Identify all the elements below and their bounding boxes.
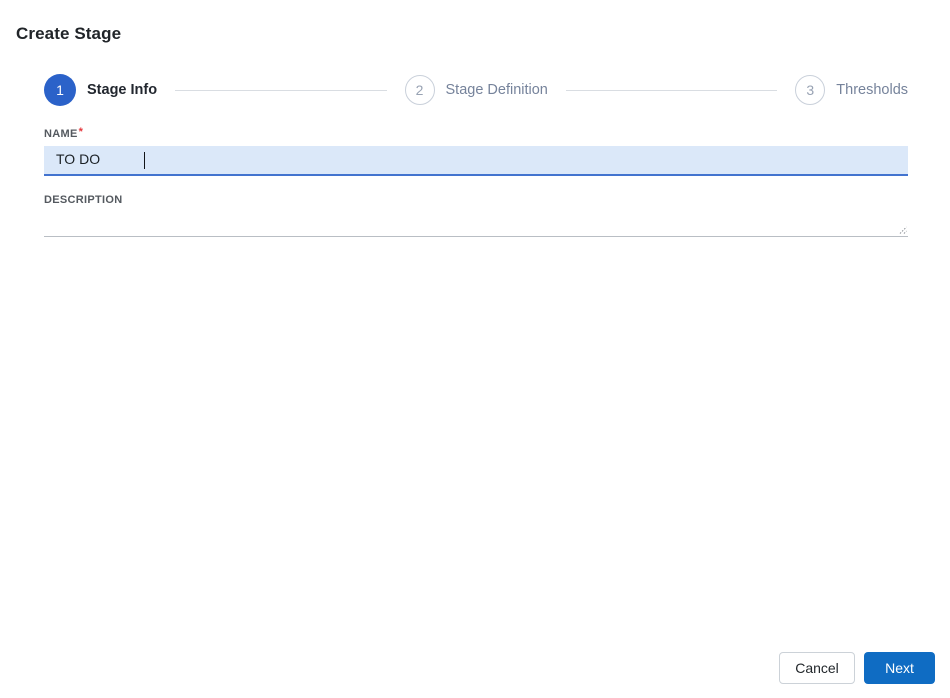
- step-2-badge: 2: [404, 75, 435, 105]
- step-3-badge: 3: [795, 75, 826, 105]
- step-stage-definition[interactable]: 2 Stage Definition: [404, 75, 548, 105]
- footer-actions: Cancel Next: [779, 652, 935, 684]
- step-thresholds[interactable]: 3 Thresholds: [795, 75, 908, 105]
- next-button[interactable]: Next: [864, 652, 935, 684]
- step-1-badge: 1: [44, 74, 76, 106]
- text-caret: [144, 152, 145, 169]
- step-stage-info[interactable]: 1 Stage Info: [44, 74, 157, 106]
- name-input-wrap: [44, 146, 908, 176]
- description-textarea-wrap: [44, 212, 908, 237]
- name-input[interactable]: [44, 146, 908, 176]
- description-label: DESCRIPTION: [44, 194, 122, 206]
- wizard-stepper: 1 Stage Info 2 Stage Definition 3 Thresh…: [44, 74, 908, 106]
- required-asterisk: *: [78, 126, 84, 138]
- name-label-text: NAME: [44, 128, 78, 140]
- cancel-button[interactable]: Cancel: [779, 652, 855, 684]
- step-3-label: Thresholds: [836, 82, 909, 98]
- page-title: Create Stage: [16, 24, 122, 43]
- name-label: NAME*: [44, 126, 84, 140]
- step-connector: [565, 89, 778, 91]
- description-textarea[interactable]: [44, 212, 908, 236]
- step-1-label: Stage Info: [87, 82, 158, 98]
- description-label-text: DESCRIPTION: [44, 194, 123, 206]
- step-2-label: Stage Definition: [445, 82, 548, 98]
- resize-grip-icon[interactable]: [897, 224, 907, 234]
- step-connector: [175, 89, 387, 91]
